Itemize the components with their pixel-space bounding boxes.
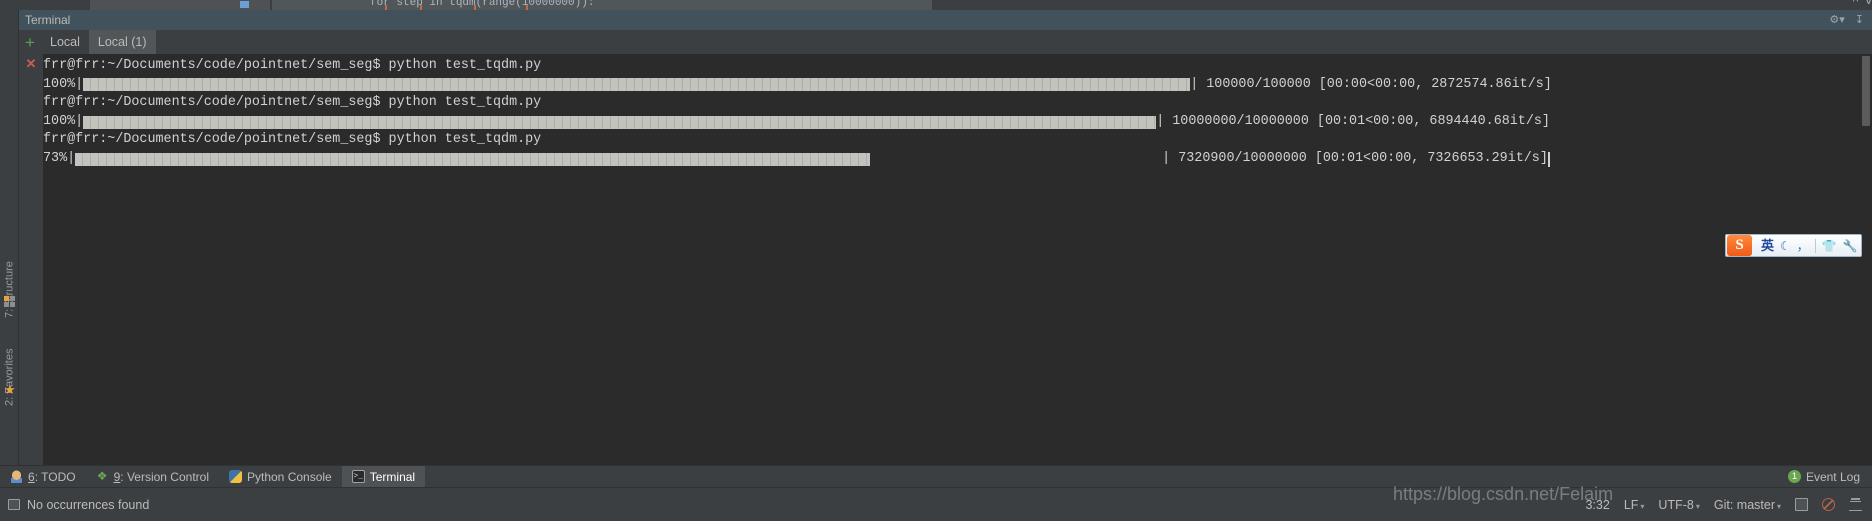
progress-bar-line: 100% | | 10000000/10000000 [00:01<00:00,… (43, 113, 1872, 132)
no-entry-icon[interactable] (1822, 498, 1835, 511)
ime-moon-icon[interactable]: ☾ (1780, 240, 1791, 252)
bottom-item-terminal[interactable]: >_ Terminal (341, 465, 426, 488)
status-message-group: No occurrences found (0, 498, 149, 512)
event-log-badge: 1 (1787, 470, 1801, 483)
terminal-header: Terminal ⚙▾ ↧ (19, 10, 1872, 30)
ime-language-mode-icon[interactable]: 英 (1761, 239, 1774, 252)
bottom-item-python-console[interactable]: Python Console (219, 466, 342, 488)
bottom-tool-window-bar: 6: TODO ❖ 9: Version Control Python Cons… (0, 465, 1872, 488)
tab-local[interactable]: Local (41, 30, 89, 54)
ime-skin-icon[interactable]: 👕 (1822, 240, 1837, 252)
terminal-icon: >_ (351, 470, 365, 483)
terminal-gutter: ✕ (19, 54, 43, 465)
editor-remnant-strip: for step in tqdm(range(10000000)): ^ v (0, 0, 1872, 10)
tab-local-1[interactable]: Local (1) (88, 30, 156, 54)
gear-icon[interactable]: ⚙▾ (1829, 14, 1844, 26)
progress-bracket-left: | (75, 113, 84, 129)
bottom-item-python-console-label: Python Console (247, 469, 332, 484)
prompt-text: frr@frr:~/Documents/code/pointnet/sem_se… (43, 95, 542, 111)
progress-bar-fill (75, 152, 871, 166)
terminal-scrollbar-thumb[interactable] (1862, 56, 1870, 126)
encoding-selector[interactable]: UTF-8 ▾ (1658, 498, 1699, 512)
progress-bracket-left: | (67, 150, 76, 166)
terminal-console[interactable]: frr@frr:~/Documents/code/pointnet/sem_se… (43, 54, 1872, 465)
ime-divider (1814, 238, 1816, 253)
structure-icon (4, 296, 15, 307)
progress-bar-fill (83, 78, 1191, 92)
terminal-tab-bar: + Local Local (1) (19, 30, 1872, 54)
terminal-scrollbar[interactable] (1860, 54, 1872, 465)
terminal-tool-window: Terminal ⚙▾ ↧ + Local Local (1) ✕ frr@fr… (19, 10, 1872, 465)
status-right-group: 3:32 LF ▾ UTF-8 ▾ Git: master ▾ (1585, 498, 1872, 512)
python-icon (229, 470, 242, 483)
bottom-item-version-control[interactable]: ❖ 9: Version Control (86, 466, 219, 488)
sogou-logo-icon[interactable]: S (1727, 235, 1752, 256)
status-bar: No occurrences found 3:32 LF ▾ UTF-8 ▾ Git… (0, 487, 1872, 521)
progress-stats: | 10000000/10000000 [00:01<00:00, 689444… (1156, 113, 1550, 129)
encoding-value: UTF-8 (1658, 497, 1694, 512)
left-tool-strip: 7: Structure 2: Favorites ★ (0, 10, 19, 465)
progress-bar-line: 100% | | 100000/100000 [00:00<00:00, 287… (43, 76, 1872, 95)
progress-percent: 73% (43, 150, 68, 166)
progress-percent: 100% (43, 113, 76, 129)
line-separator-selector[interactable]: LF ▾ (1624, 498, 1645, 512)
editor-nav-arrows[interactable]: ^ v (1852, 0, 1872, 8)
todo-icon (10, 470, 23, 483)
terminal-prompt-line: frr@frr:~/Documents/code/pointnet/sem_se… (43, 57, 1872, 76)
event-log-label: Event Log (1805, 469, 1860, 484)
bottom-item-todo[interactable]: 6: TODO (0, 466, 86, 488)
bottom-item-todo-label: : TODO (34, 469, 76, 484)
branch-icon: ❖ (96, 469, 108, 483)
line-separator-value: LF (1623, 497, 1639, 512)
trash-icon[interactable] (1849, 498, 1862, 511)
caret-position[interactable]: 3:32 (1585, 498, 1609, 512)
terminal-body: ✕ frr@frr:~/Documents/code/pointnet/sem_… (19, 54, 1872, 465)
add-terminal-tab-button[interactable]: + (19, 34, 41, 51)
lock-icon[interactable] (1795, 498, 1808, 511)
progress-percent: 100% (43, 76, 76, 92)
progress-bar-line: 73% | | 7320900/10000000 [00:01<00:00, 7… (43, 150, 1872, 169)
bottom-item-terminal-label: Terminal (369, 469, 416, 484)
terminal-cursor (1547, 151, 1550, 167)
ime-toolbox-icon[interactable]: 🔧 (1843, 240, 1858, 252)
terminal-prompt-line: frr@frr:~/Documents/code/pointnet/sem_se… (43, 131, 1872, 150)
bottom-item-version-control-label: : Version Control (120, 469, 209, 484)
ime-punctuation-icon[interactable]: ， (1797, 240, 1809, 252)
prompt-text: frr@frr:~/Documents/code/pointnet/sem_se… (43, 132, 542, 148)
star-icon: ★ (4, 382, 16, 397)
progress-bracket-left: | (75, 76, 84, 92)
terminal-header-actions: ⚙▾ ↧ (1829, 10, 1864, 30)
terminal-prompt-line: frr@frr:~/Documents/code/pointnet/sem_se… (43, 94, 1872, 113)
gutter-run-icon[interactable] (240, 1, 249, 8)
progress-stats: | 100000/100000 [00:00<00:00, 2872574.86… (1190, 76, 1552, 92)
editor-code-fragment: for step in tqdm(range(10000000)): (370, 0, 595, 9)
ime-floating-toolbar[interactable]: S 英 ☾ ， 👕 🔧 (1725, 234, 1862, 257)
git-branch-selector[interactable]: Git: master ▾ (1714, 498, 1781, 512)
close-session-button[interactable]: ✕ (19, 57, 43, 71)
git-branch-value: Git: master (1713, 497, 1775, 512)
progress-stats: | 7320900/10000000 [00:01<00:00, 7326653… (1162, 150, 1548, 166)
todo-mnemonic: 6 (28, 469, 35, 484)
progress-bar-fill (83, 115, 1157, 129)
page-title: Terminal (25, 13, 71, 27)
hide-icon[interactable]: ↧ (1855, 14, 1864, 26)
prompt-text: frr@frr:~/Documents/code/pointnet/sem_se… (43, 58, 542, 73)
document-icon (8, 499, 20, 510)
status-message: No occurrences found (27, 497, 150, 512)
event-log-button[interactable]: 1 Event Log (1787, 469, 1872, 484)
